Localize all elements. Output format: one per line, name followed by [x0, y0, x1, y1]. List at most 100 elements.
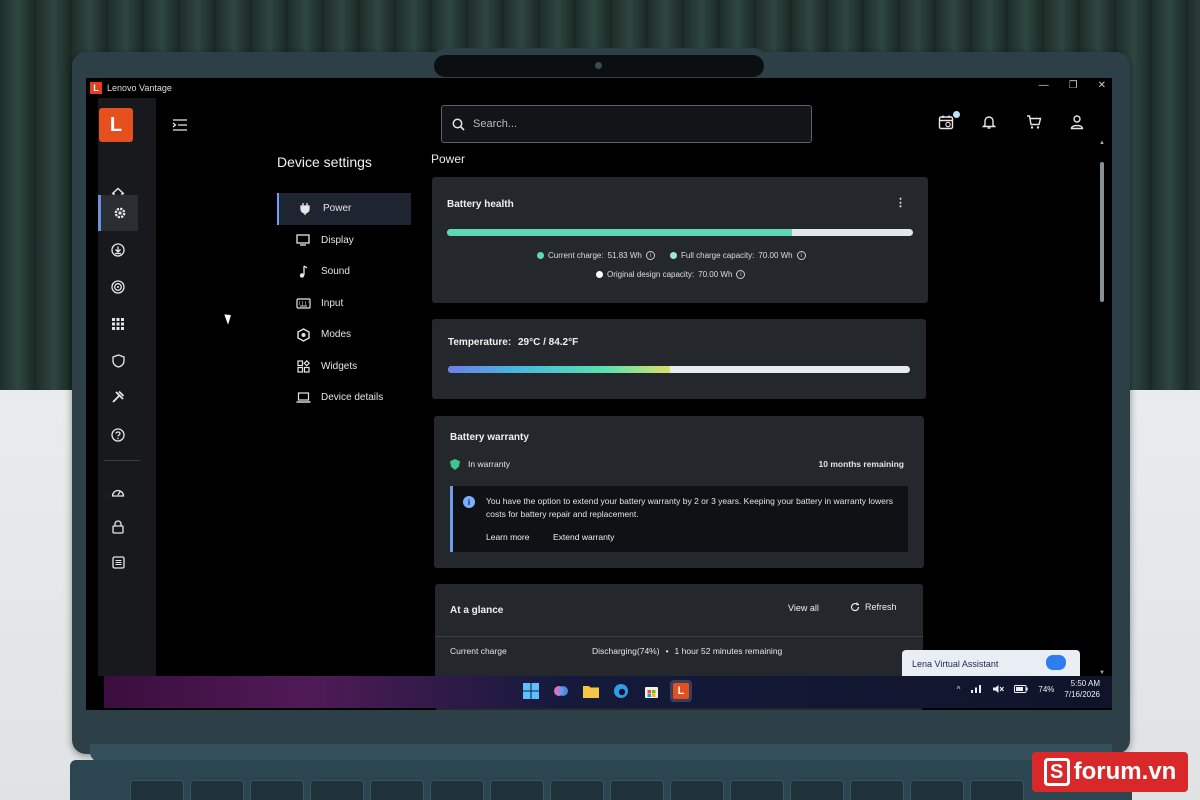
keyboard-key — [430, 780, 484, 800]
more-options-icon[interactable]: ⋮ — [895, 196, 906, 209]
info-icon[interactable]: i — [736, 270, 746, 279]
keyboard-key — [370, 780, 424, 800]
nav-item-label: Widgets — [321, 360, 358, 372]
webcam-icon — [595, 62, 602, 69]
apps-grid-icon[interactable] — [98, 307, 138, 341]
laptop-icon — [295, 391, 311, 405]
nav-item-modes[interactable]: Modes — [277, 319, 411, 351]
battery-warranty-card: Battery warranty In warranty 10 months r… — [434, 416, 924, 568]
help-icon[interactable] — [98, 418, 138, 452]
info-icon[interactable]: i — [645, 251, 655, 260]
minimize-button[interactable]: — — [1039, 80, 1049, 91]
time-remaining: 1 hour 52 minutes remaining — [674, 646, 783, 656]
taskbar: L ^ 74% 5:50 AM 7/16/2026 — [104, 676, 1112, 708]
download-icon[interactable] — [98, 233, 138, 267]
page-title: Power — [431, 152, 466, 166]
legend-design-capacity: Original design capacity: 70.00 Wh i — [596, 270, 746, 279]
maximize-button[interactable]: ❐ — [1069, 80, 1078, 91]
warranty-remaining: 10 months remaining — [818, 459, 905, 469]
nav-item-sound[interactable]: Sound — [277, 256, 411, 288]
extend-warranty-link[interactable]: Extend warranty — [553, 532, 614, 542]
nav-item-widgets[interactable]: Widgets — [277, 351, 411, 383]
temperature-label: Temperature: — [448, 337, 512, 348]
radar-icon[interactable] — [98, 270, 138, 304]
design-capacity-label: Original design capacity: — [607, 270, 695, 279]
search-box[interactable] — [441, 105, 812, 143]
edge-browser-icon[interactable] — [610, 680, 632, 702]
nav-item-device-details[interactable]: Device details — [277, 382, 411, 414]
search-icon — [452, 118, 465, 131]
mouse-cursor-icon — [224, 312, 234, 325]
battery-health-bar — [447, 229, 913, 236]
info-icon[interactable]: i — [796, 251, 806, 260]
music-note-icon — [295, 265, 311, 279]
screen: L Lenovo Vantage — ❐ ✕ L Search... Devic… — [86, 78, 1112, 710]
nav-item-input[interactable]: Input — [277, 288, 411, 320]
main-scrollbar[interactable]: ▲ ▼ — [1098, 140, 1106, 680]
nav-item-label: Display — [321, 234, 354, 246]
glance-row-value: Discharging(74%) • 1 hour 52 minutes rem… — [592, 646, 782, 656]
legend-full-capacity: Full charge capacity: 70.00 Wh i — [670, 251, 806, 260]
monitor-icon — [295, 233, 311, 247]
hexagon-icon — [295, 327, 311, 342]
lenovo-vantage-taskbar-icon[interactable]: L — [670, 680, 692, 702]
device-settings-nav: Power Display Sound Input Modes Widgets … — [277, 193, 411, 414]
file-explorer-icon[interactable] — [580, 680, 602, 702]
device-icon[interactable] — [98, 545, 138, 579]
nav-item-power[interactable]: Power — [277, 193, 411, 225]
lock-icon[interactable] — [98, 510, 138, 544]
design-capacity-value: 70.00 Wh — [698, 270, 733, 279]
view-all-link[interactable]: View all — [788, 603, 819, 613]
widgets-icon — [295, 359, 311, 373]
user-icon[interactable] — [1070, 114, 1090, 134]
clock[interactable]: 5:50 AM 7/16/2026 — [1064, 678, 1100, 700]
robot-icon — [1046, 655, 1066, 670]
warranty-status: In warranty — [468, 459, 511, 469]
copilot-icon[interactable] — [550, 680, 572, 702]
design-capacity-dot — [596, 271, 603, 278]
clock-date: 7/16/2026 — [1064, 690, 1100, 699]
scroll-thumb[interactable] — [1100, 162, 1104, 302]
keyboard-key — [670, 780, 724, 800]
notification-dot — [953, 111, 960, 118]
tools-icon[interactable] — [98, 380, 138, 414]
full-capacity-value: 70.00 Wh — [758, 251, 793, 260]
keyboard-key — [790, 780, 844, 800]
refresh-button[interactable]: Refresh — [850, 602, 897, 612]
current-charge-dot — [537, 252, 544, 259]
lenovo-logo[interactable]: L — [99, 108, 133, 142]
cart-icon[interactable] — [1026, 114, 1046, 134]
shield-check-icon — [450, 459, 460, 470]
chevron-up-icon[interactable]: ^ — [957, 685, 961, 694]
keyboard-key — [970, 780, 1024, 800]
separator: • — [665, 646, 669, 656]
scroll-up-icon[interactable]: ▲ — [1098, 140, 1106, 146]
search-input[interactable] — [473, 118, 793, 130]
network-icon[interactable] — [970, 684, 982, 694]
temperature-bar-fill — [448, 366, 670, 373]
forum-watermark: S forum.vn — [1032, 752, 1188, 792]
virtual-assistant-button[interactable]: Lena Virtual Assistant — [902, 650, 1080, 678]
shield-icon[interactable] — [98, 344, 138, 378]
store-icon[interactable] — [640, 680, 662, 702]
glance-row-current-charge: Current charge Discharging(74%) • 1 hour… — [435, 636, 923, 666]
battery-icon[interactable] — [1014, 685, 1029, 693]
gauge-icon[interactable] — [98, 475, 138, 509]
temperature-value: 29°C / 84.2°F — [517, 337, 579, 348]
gear-icon[interactable] — [98, 195, 138, 231]
rail-divider — [104, 460, 140, 461]
refresh-label: Refresh — [865, 602, 897, 612]
nav-item-display[interactable]: Display — [277, 225, 411, 257]
calendar-icon[interactable] — [938, 111, 960, 134]
learn-more-link[interactable]: Learn more — [486, 532, 529, 542]
menu-toggle-icon[interactable] — [172, 118, 190, 132]
full-capacity-label: Full charge capacity: — [681, 251, 755, 260]
close-button[interactable]: ✕ — [1098, 80, 1106, 91]
keyboard-key — [310, 780, 364, 800]
glance-row-label: Current charge — [450, 646, 507, 656]
glance-title: At a glance — [450, 605, 504, 616]
nav-rail: L — [98, 98, 156, 676]
windows-start-icon[interactable] — [520, 680, 542, 702]
bell-icon[interactable] — [981, 114, 1002, 134]
volume-muted-icon[interactable] — [992, 684, 1005, 694]
